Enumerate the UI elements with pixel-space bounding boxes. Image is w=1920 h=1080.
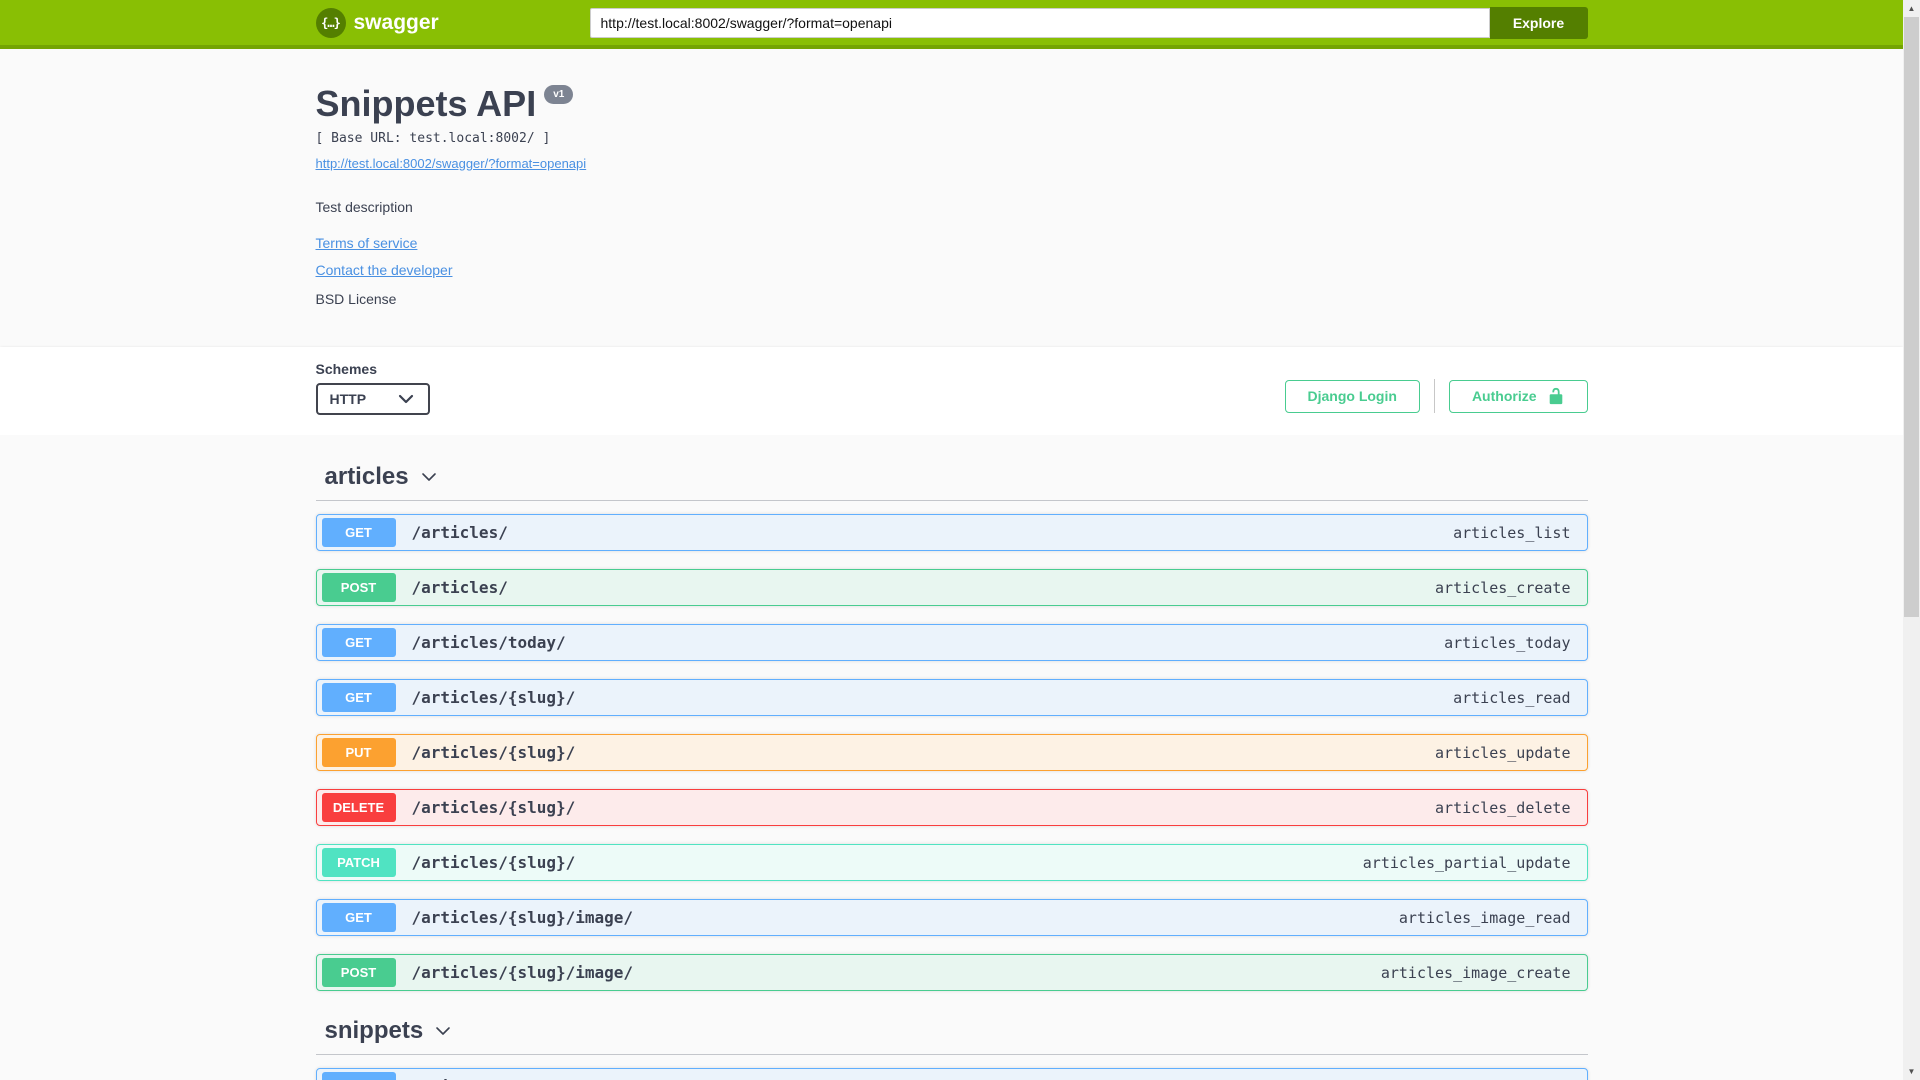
django-login-label: Django Login [1307,388,1397,404]
operation-path: /articles/{slug}/ [411,688,576,707]
method-badge: PUT [321,738,396,767]
operation-id: articles_list [1453,523,1571,542]
operation-path: /articles/{slug}/ [411,798,576,817]
section-title: articles [324,463,409,490]
explore-button[interactable]: Explore [1489,6,1588,39]
operation-row[interactable]: PATCH /articles/{slug}/ articles_partial… [315,844,1588,881]
operation-id: articles_today [1444,633,1571,652]
scroll-up-button[interactable]: ▲ [1903,0,1920,17]
method-badge: GET [321,518,396,547]
section-title: snippets [324,1017,424,1044]
schemes-select[interactable]: HTTP [315,383,430,415]
spec-link[interactable]: http://test.local:8002/swagger/?format=o… [316,156,587,171]
django-login-button[interactable]: Django Login [1284,379,1420,413]
authorize-label: Authorize [1471,388,1537,404]
base-url: [ Base URL: test.local:8002/ ] [315,131,551,146]
operation-path: /articles/{slug}/image/ [411,908,634,927]
scroll-down-button[interactable]: ▼ [1903,1063,1920,1080]
method-badge: POST [321,573,396,602]
chevron-down-icon [421,473,436,481]
chevron-down-icon [436,1027,450,1035]
operation-path: /articles/today/ [411,633,566,652]
swagger-logo[interactable]: {…} swagger [315,7,439,38]
auth-wrapper: Django Login Authorize [1284,379,1588,413]
section-header-snippets[interactable]: snippets [316,1017,1588,1045]
operation-path: /articles/{slug}/image/ [411,963,634,982]
schemes-selected-value: HTTP [329,391,367,407]
operation-row[interactable]: DELETE /articles/{slug}/ articles_delete [315,789,1588,826]
operation-row[interactable]: GET /articles/ articles_list [315,514,1588,551]
operation-row[interactable]: GET /articles/today/ articles_today [315,624,1588,661]
operation-id: articles_image_read [1398,908,1571,927]
api-title-text: Snippets API [315,83,537,124]
method-badge: DELETE [321,793,396,822]
lock-open-icon [1549,387,1562,405]
operation-id: articles_create [1435,578,1571,597]
schemes-block: Schemes HTTP [315,361,430,415]
operation-path: /articles/ [411,523,508,542]
scheme-container: Schemes HTTP Django Login Authorize [0,347,1903,435]
window-scrollbar[interactable]: ▲ ▼ [1903,0,1920,1080]
method-badge: GET [321,683,396,712]
swagger-logo-icon: {…} [315,7,346,38]
operation-row[interactable]: PUT /articles/{slug}/ articles_update [315,734,1588,771]
operation-row[interactable]: POST /articles/ articles_create [315,569,1588,606]
version-badge: v1 [544,85,574,104]
operation-path: /articles/{slug}/ [411,743,576,762]
method-badge: PATCH [321,848,396,877]
operation-row[interactable]: POST /articles/{slug}/image/ articles_im… [315,954,1588,991]
operation-row[interactable]: GET /articles/{slug}/image/ articles_ima… [315,899,1588,936]
auth-divider [1433,379,1435,413]
operation-id: articles_update [1435,743,1571,762]
api-section: snippets GET /snippets/ snippets_list [315,1017,1588,1080]
license-text: BSD License [315,291,397,307]
method-badge: POST [321,958,396,987]
operation-id: articles_image_create [1380,963,1571,982]
operation-row[interactable]: GET /snippets/ snippets_list [315,1068,1588,1080]
chevron-down-icon [398,394,413,404]
method-badge: GET [321,1072,396,1080]
section-header-articles[interactable]: articles [316,463,1588,491]
operation-id: articles_partial_update [1362,853,1571,872]
method-badge: GET [321,903,396,932]
spec-url-input[interactable] [589,7,1490,38]
scroll-thumb[interactable] [1904,17,1919,617]
terms-of-service-link[interactable]: Terms of service [316,235,418,251]
api-info-section: Snippets API v1 [ Base URL: test.local:8… [0,49,1903,347]
operation-path: /articles/ [411,578,508,597]
schemes-label: Schemes [315,361,377,377]
operation-id: articles_read [1453,688,1571,707]
api-section: articles GET /articles/ articles_list PO… [315,463,1588,991]
page-title: Snippets API v1 [316,83,1588,125]
swagger-logo-text: swagger [353,10,439,34]
api-description: Test description [315,199,413,215]
page-viewport: {…} swagger Explore Snippets API v1 [ Ba… [0,0,1903,1080]
operation-path: /articles/{slug}/ [411,853,576,872]
contact-developer-link[interactable]: Contact the developer [316,262,453,278]
method-badge: GET [321,628,396,657]
operation-row[interactable]: GET /articles/{slug}/ articles_read [315,679,1588,716]
section-divider [315,1054,1588,1055]
topbar: {…} swagger Explore [0,0,1903,49]
authorize-button[interactable]: Authorize [1448,379,1588,413]
section-divider [315,500,1588,501]
operation-id: articles_delete [1435,798,1571,817]
operations-area: articles GET /articles/ articles_list PO… [0,435,1903,1080]
